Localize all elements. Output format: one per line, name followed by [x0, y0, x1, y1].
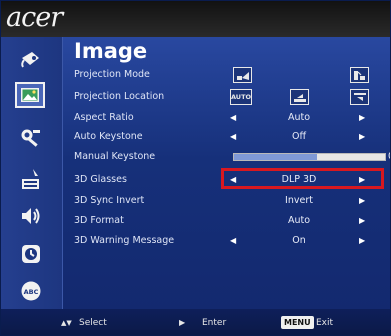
3d-sync-invert-label: 3D Sync Invert — [74, 195, 145, 206]
timer-icon[interactable] — [15, 240, 47, 268]
enter-arrow-icon: ▶ — [179, 318, 186, 327]
image-icon[interactable] — [15, 82, 45, 108]
menu-key-badge: MENU — [281, 316, 314, 329]
page-title: Image — [74, 39, 148, 63]
3d-warning-message-label: 3D Warning Message — [74, 235, 175, 246]
footer-exit-label: Exit — [316, 318, 334, 328]
svg-text:ABC: ABC — [24, 288, 39, 296]
3d-sync-invert-row[interactable]: 3D Sync Invert Invert ▶ — [63, 192, 390, 211]
setting-icon[interactable] — [15, 124, 47, 152]
location-desk-icon[interactable] — [290, 89, 309, 105]
aspect-ratio-row[interactable]: Aspect Ratio ◀ Auto ▶ — [63, 109, 390, 128]
location-ceiling-icon[interactable] — [350, 89, 369, 105]
rear-projection-icon[interactable] — [350, 67, 369, 83]
auto-keystone-value: Off — [291, 131, 307, 142]
footer-select-label: Select — [79, 318, 107, 328]
up-down-arrows-icon: ▲▼ — [61, 319, 72, 327]
projection-location-label: Projection Location — [74, 91, 165, 102]
aspect-ratio-label: Aspect Ratio — [74, 112, 134, 123]
arrow-left-icon[interactable]: ◀ — [230, 236, 236, 245]
3d-warning-message-value: On — [292, 235, 306, 246]
arrow-left-icon[interactable]: ◀ — [230, 113, 236, 122]
osd-menu: acer ABC Image Projection Mode Projectio… — [0, 0, 391, 336]
arrow-left-icon[interactable]: ◀ — [230, 132, 236, 141]
image-menu-panel: Image Projection Mode Projection Locatio… — [63, 37, 390, 309]
acer-logo: acer — [6, 2, 63, 33]
manual-keystone-row[interactable]: Manual Keystone 0 — [63, 148, 390, 167]
manual-keystone-slider[interactable] — [233, 153, 386, 161]
3d-glasses-label: 3D Glasses — [74, 174, 127, 185]
projection-mode-row[interactable]: Projection Mode — [63, 66, 390, 85]
arrow-right-icon[interactable]: ▶ — [359, 216, 365, 225]
3d-warning-message-row[interactable]: 3D Warning Message ◀ On ▶ — [63, 232, 390, 251]
3d-format-label: 3D Format — [74, 215, 124, 226]
3d-sync-invert-value: Invert — [285, 195, 313, 206]
3d-format-value: Auto — [287, 215, 311, 226]
front-projection-icon[interactable] — [233, 67, 252, 83]
color-icon[interactable] — [15, 45, 47, 73]
aspect-ratio-value: Auto — [287, 112, 311, 123]
management-icon[interactable] — [15, 165, 47, 193]
projection-location-row[interactable]: Projection Location AUTO — [63, 88, 390, 107]
arrow-right-icon[interactable]: ▶ — [359, 236, 365, 245]
auto-keystone-row[interactable]: Auto Keystone ◀ Off ▶ — [63, 128, 390, 147]
3d-format-row[interactable]: 3D Format Auto ▶ — [63, 212, 390, 231]
footer-bar: ▲▼ Select ▶ Enter MENU Exit — [1, 309, 390, 335]
audio-icon[interactable] — [15, 202, 47, 230]
projection-mode-label: Projection Mode — [74, 69, 150, 80]
manual-keystone-label: Manual Keystone — [74, 151, 156, 162]
arrow-right-icon[interactable]: ▶ — [359, 113, 365, 122]
arrow-right-icon[interactable]: ▶ — [359, 196, 365, 205]
language-icon[interactable]: ABC — [15, 277, 47, 305]
selection-highlight — [221, 168, 384, 189]
footer-enter-label: Enter — [202, 318, 227, 328]
brand-bar: acer — [1, 1, 390, 37]
arrow-right-icon[interactable]: ▶ — [359, 132, 365, 141]
location-auto-icon[interactable]: AUTO — [230, 89, 252, 105]
auto-keystone-label: Auto Keystone — [74, 131, 143, 142]
category-rail: ABC — [1, 37, 63, 309]
manual-keystone-slider-fill — [234, 154, 318, 160]
